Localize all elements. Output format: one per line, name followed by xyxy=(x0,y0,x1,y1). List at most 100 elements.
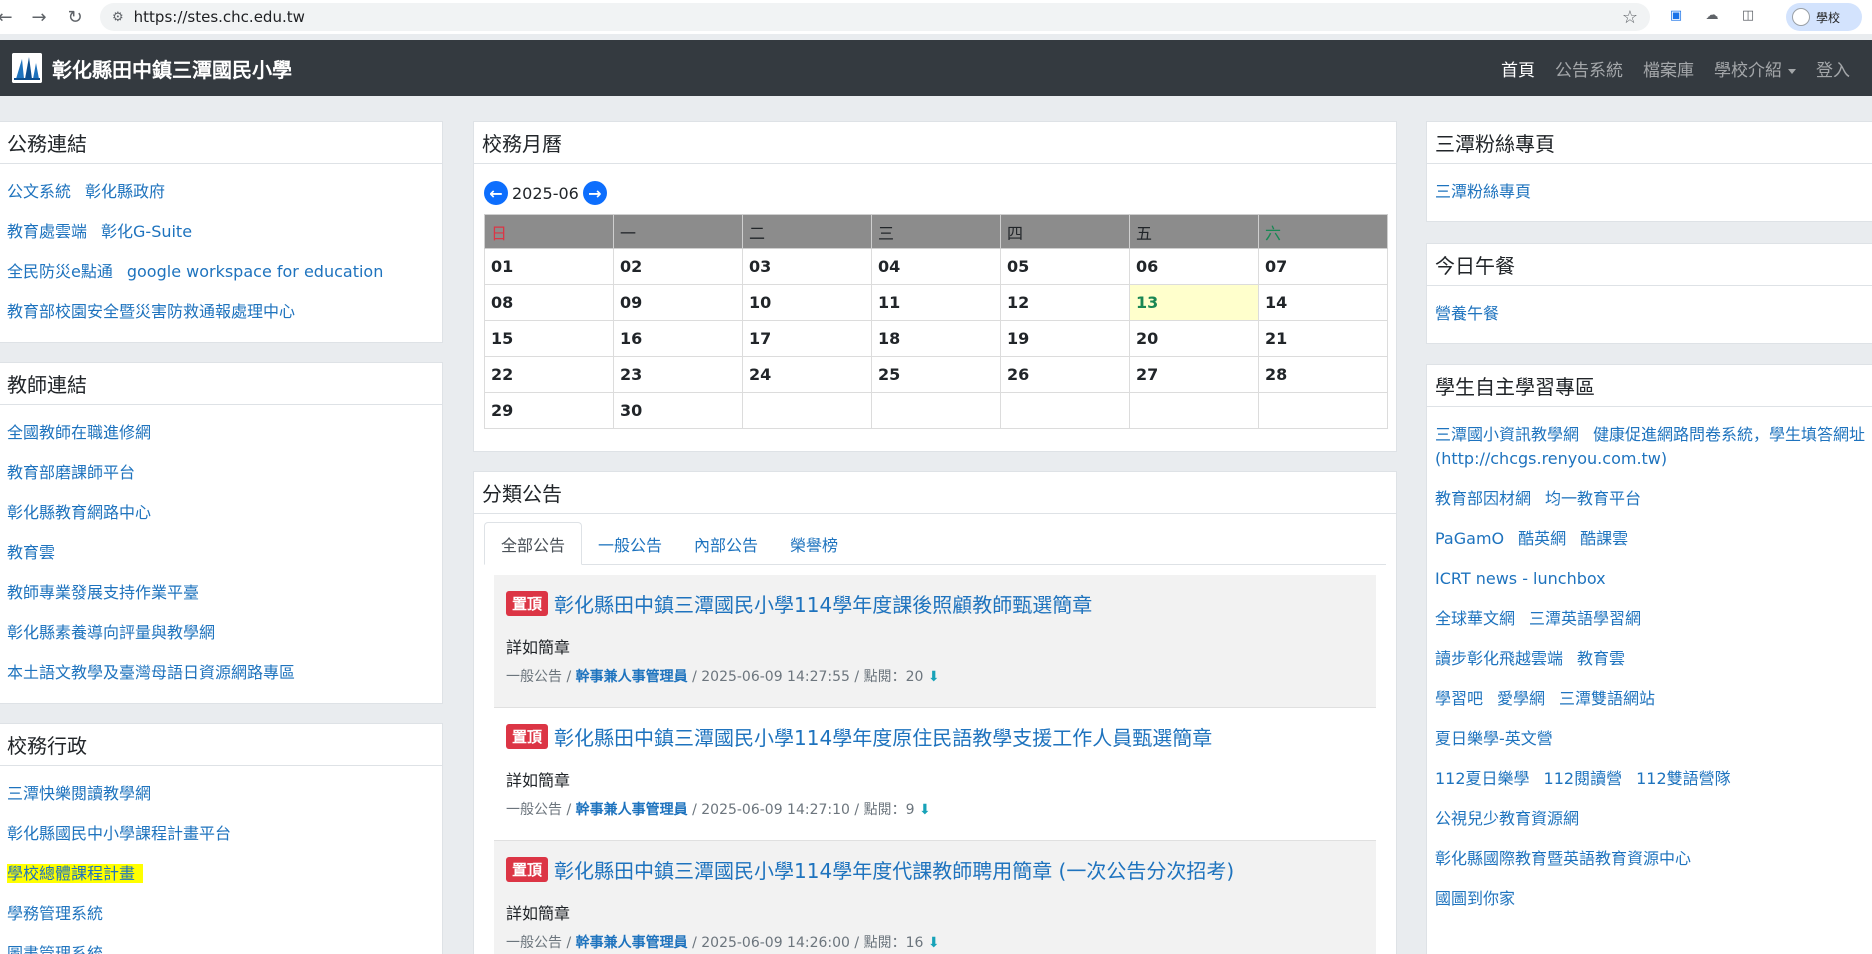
calendar-day[interactable]: 20 xyxy=(1129,320,1259,357)
calendar-day[interactable]: 25 xyxy=(871,356,1001,393)
link[interactable]: 夏日樂學-英文營 xyxy=(1435,729,1553,748)
announcement-title[interactable]: 彰化縣田中鎮三潭國民小學114學年度代課教師聘用簡章 (一次公告分次招考) xyxy=(554,855,1234,884)
calendar-day[interactable]: 19 xyxy=(1000,320,1130,357)
nav-files[interactable]: 檔案庫 xyxy=(1643,56,1694,81)
forward-icon[interactable]: → xyxy=(24,2,54,32)
calendar-day[interactable]: 29 xyxy=(484,392,614,429)
calendar-day[interactable]: 13 xyxy=(1129,284,1259,321)
announcement-author[interactable]: 幹事兼人事管理員 xyxy=(576,802,688,818)
calendar-day[interactable]: 22 xyxy=(484,356,614,393)
link[interactable]: 全國教師在職進修網 xyxy=(7,423,151,442)
link[interactable]: 酷課雲 xyxy=(1580,529,1628,548)
link[interactable]: 彰化縣教育網路中心 xyxy=(7,503,151,522)
reload-icon[interactable]: ↻ xyxy=(60,2,90,32)
calendar-day[interactable]: 27 xyxy=(1129,356,1259,393)
link[interactable]: 學務管理系統 xyxy=(7,904,103,923)
calendar-day[interactable]: 15 xyxy=(484,320,614,357)
link[interactable]: 三潭英語學習網 xyxy=(1529,609,1641,628)
calendar-day[interactable]: 12 xyxy=(1000,284,1130,321)
link[interactable]: 全民防災e點通 xyxy=(7,262,113,281)
link[interactable]: 教育雲 xyxy=(7,543,55,562)
announcement-author[interactable]: 幹事兼人事管理員 xyxy=(576,669,688,685)
announcement-tab[interactable]: 榮譽榜 xyxy=(774,522,854,565)
bookmark-star-icon[interactable]: ☆ xyxy=(1622,7,1638,28)
link[interactable]: 均一教育平台 xyxy=(1545,489,1641,508)
prev-month-button[interactable]: ← xyxy=(484,181,508,205)
link[interactable]: 酷英網 xyxy=(1518,529,1566,548)
calendar-day[interactable]: 08 xyxy=(484,284,614,321)
calendar-day[interactable]: 17 xyxy=(742,320,872,357)
link[interactable]: 彰化縣國際教育暨英語教育資源中心 xyxy=(1435,849,1691,868)
link[interactable]: 112閱讀營 xyxy=(1544,769,1623,788)
announcement-tab[interactable]: 全部公告 xyxy=(484,522,583,565)
nav-login[interactable]: 登入 xyxy=(1816,56,1850,81)
link[interactable]: 全球華文網 xyxy=(1435,609,1515,628)
site-settings-icon[interactable]: ⚙ xyxy=(112,10,124,25)
calendar-day[interactable]: 11 xyxy=(871,284,1001,321)
next-month-button[interactable]: → xyxy=(582,181,607,205)
nav-announcements[interactable]: 公告系統 xyxy=(1555,56,1623,81)
link[interactable]: 三潭國小資訊教學網 xyxy=(1435,425,1579,444)
link[interactable]: 112雙語營隊 xyxy=(1636,769,1731,788)
calendar-day[interactable]: 28 xyxy=(1258,356,1388,393)
link[interactable]: 本土語文教學及臺灣母語日資源網路專區 xyxy=(7,663,295,682)
calendar-day[interactable]: 30 xyxy=(613,392,743,429)
extensions-puzzle-icon[interactable]: ◫ xyxy=(1737,4,1759,26)
nav-school-intro[interactable]: 學校介紹 xyxy=(1714,56,1796,81)
calendar-day[interactable]: 24 xyxy=(742,356,872,393)
calendar-day[interactable]: 23 xyxy=(613,356,743,393)
site-title[interactable]: 彰化縣田中鎮三潭國民小學 xyxy=(52,54,292,83)
calendar-day[interactable]: 07 xyxy=(1258,248,1388,285)
link[interactable]: 愛學網 xyxy=(1497,689,1545,708)
calendar-day[interactable]: 04 xyxy=(871,248,1001,285)
calendar-day[interactable]: 16 xyxy=(613,320,743,357)
link[interactable]: 學校總體課程計畫 xyxy=(7,864,144,883)
link[interactable]: 教育部因材網 xyxy=(1435,489,1531,508)
link[interactable]: 圖書管理系統 xyxy=(7,944,103,954)
link[interactable]: google workspace for education xyxy=(127,262,383,281)
calendar-day[interactable]: 14 xyxy=(1258,284,1388,321)
link[interactable]: 國圖到你家 xyxy=(1435,889,1515,908)
link[interactable]: 彰化G-Suite xyxy=(101,222,192,241)
link[interactable]: 營養午餐 xyxy=(1435,304,1499,323)
announcement-title[interactable]: 彰化縣田中鎮三潭國民小學114學年度課後照顧教師甄選簡章 xyxy=(554,589,1092,618)
link[interactable]: 學習吧 xyxy=(1435,689,1483,708)
link[interactable]: 彰化縣政府 xyxy=(85,182,165,201)
calendar-day[interactable]: 18 xyxy=(871,320,1001,357)
link[interactable]: 教育部校園安全暨災害防救通報處理中心 xyxy=(7,302,295,321)
link[interactable]: 三潭快樂閱讀教學網 xyxy=(7,784,151,803)
link[interactable]: 教育部磨課師平台 xyxy=(7,463,135,482)
calendar-day[interactable]: 09 xyxy=(613,284,743,321)
nav-home[interactable]: 首頁 xyxy=(1501,56,1535,81)
profile-button[interactable]: 學校 xyxy=(1786,3,1862,31)
link[interactable]: 讀步彰化飛越雲端 xyxy=(1435,649,1563,668)
school-logo[interactable] xyxy=(12,53,42,83)
download-icon[interactable]: ⬇ xyxy=(928,669,940,685)
link[interactable]: 公視兒少教育資源網 xyxy=(1435,809,1579,828)
address-bar[interactable]: ⚙ https://stes.chc.edu.tw ☆ xyxy=(100,3,1650,31)
announcement-author[interactable]: 幹事兼人事管理員 xyxy=(576,935,688,951)
link[interactable]: 112夏日樂學 xyxy=(1435,769,1530,788)
calendar-day[interactable]: 05 xyxy=(1000,248,1130,285)
link[interactable]: 彰化縣素養導向評量與教學網 xyxy=(7,623,215,642)
link[interactable]: 教育處雲端 xyxy=(7,222,87,241)
announcement-tab[interactable]: 一般公告 xyxy=(582,522,678,565)
link[interactable]: 三潭粉絲專頁 xyxy=(1435,182,1531,201)
calendar-day[interactable]: 02 xyxy=(613,248,743,285)
announcement-tab[interactable]: 內部公告 xyxy=(678,522,774,565)
link[interactable]: ICRT news - lunchbox xyxy=(1435,569,1606,588)
calendar-day[interactable]: 01 xyxy=(484,248,614,285)
announcement-title[interactable]: 彰化縣田中鎮三潭國民小學114學年度原住民語教學支援工作人員甄選簡章 xyxy=(554,722,1212,751)
download-icon[interactable]: ⬇ xyxy=(919,802,931,818)
link[interactable]: PaGamO xyxy=(1435,529,1504,548)
cloud-extension-icon[interactable]: ☁ xyxy=(1701,4,1723,26)
link[interactable]: 教育雲 xyxy=(1577,649,1625,668)
calendar-day[interactable]: 03 xyxy=(742,248,872,285)
calendar-day[interactable]: 06 xyxy=(1129,248,1259,285)
download-icon[interactable]: ⬇ xyxy=(928,935,940,951)
calendar-day[interactable]: 10 xyxy=(742,284,872,321)
screenshot-extension-icon[interactable]: ▣ xyxy=(1665,4,1687,26)
calendar-day[interactable]: 21 xyxy=(1258,320,1388,357)
back-icon[interactable]: ← xyxy=(0,2,20,32)
calendar-day[interactable]: 26 xyxy=(1000,356,1130,393)
